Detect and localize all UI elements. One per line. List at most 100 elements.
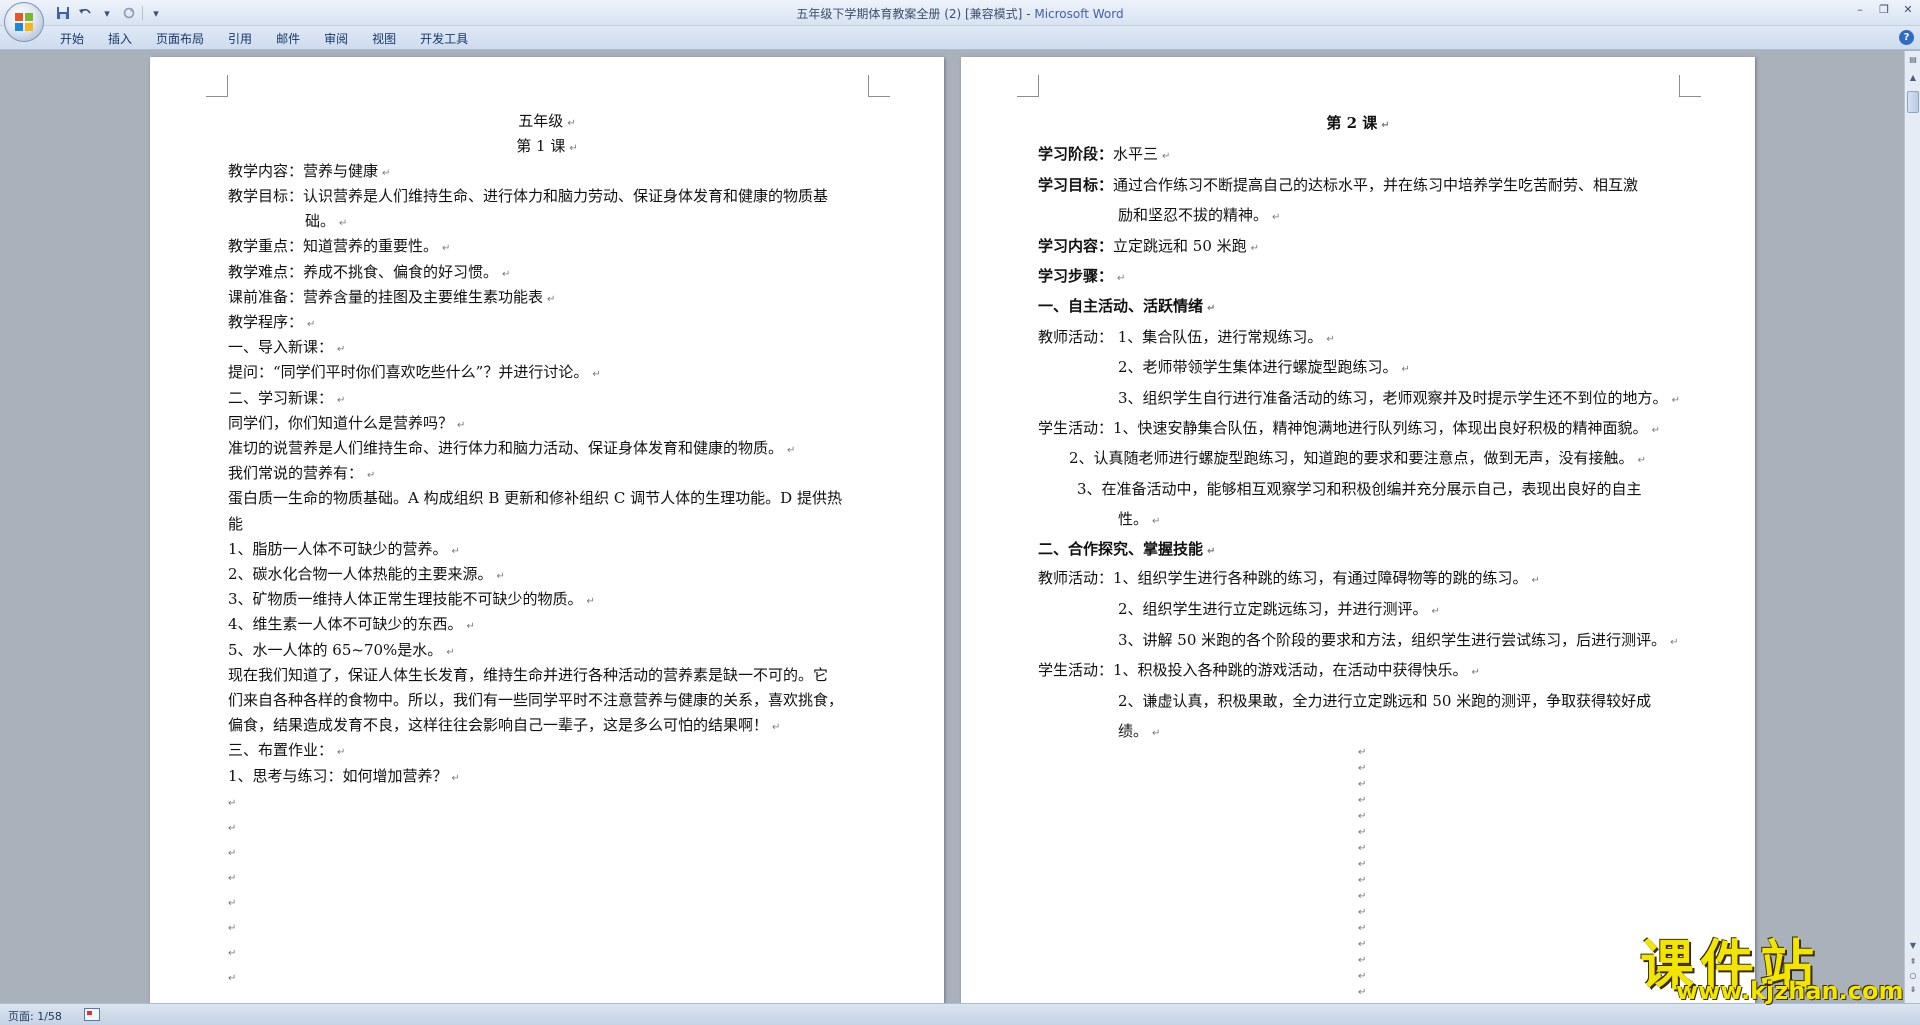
empty-paragraph-mark: ↵ (1358, 939, 1367, 950)
paragraph-line: 5、水一人体的 65~70%是水。 ↵ (228, 641, 455, 659)
paragraph-line: 现在我们知道了，保证人体生长发育，维持生命并进行各种活动的营养素是缺一不可的。它 (228, 666, 829, 684)
empty-paragraph-mark: ↵ (228, 823, 237, 834)
paragraph-line: 学习步骤： ↵ (1038, 267, 1126, 285)
paragraph-line: 三、布置作业： ↵ (228, 741, 346, 759)
section-heading: 二、合作探究、掌握技能 ↵ (1038, 540, 1216, 558)
empty-paragraph-mark: ↵ (1358, 923, 1367, 934)
document-title: 五年级下学期体育教案全册 (2) [兼容模式] (796, 7, 1023, 21)
paragraph-line: 准切的说营养是人们维持生命、进行体力和脑力活动、保证身体发育和健康的物质。 ↵ (228, 439, 796, 457)
vertical-scrollbar[interactable]: ▤ ▲ ▼ ⇞ ○ ⇟ (1904, 51, 1920, 1003)
ruler-toggle-icon[interactable]: ▤ (1906, 53, 1920, 67)
paragraph-line: 2、谦虚认真，积极果敢，全力进行立定跳远和 50 米跑的测评，争取获得较好成 (1118, 692, 1652, 710)
tab-review[interactable]: 审阅 (312, 30, 360, 48)
proofing-status-icon[interactable] (84, 1008, 100, 1021)
empty-paragraph-mark: ↵ (1358, 747, 1367, 758)
paragraph-line: 教师活动： 1、集合队伍，进行常规练习。 ↵ (1038, 328, 1335, 346)
ribbon: 开始 插入 页面布局 引用 邮件 审阅 视图 开发工具 ? (0, 26, 1920, 50)
document-page-1[interactable]: 五年级 ↵ 第 1 课 ↵ 教学内容：营养与健康 ↵ 教学目标：认识营养是人们维持生命… (150, 57, 944, 1003)
page-title-lesson-2: 第 2 课 ↵ (1326, 114, 1390, 132)
empty-paragraph-mark: ↵ (1358, 827, 1367, 838)
empty-paragraph-marks: ↵ ↵ ↵ ↵ ↵ ↵ ↵ ↵ (228, 791, 236, 991)
restore-icon[interactable]: ❐ (1872, 0, 1896, 18)
paragraph-line: 教学难点：养成不挑食、偏食的好习惯。 ↵ (228, 263, 511, 281)
paragraph-line: 教师活动：1、组织学生进行各种跳的练习，有通过障碍物等的跳的练习。 ↵ (1038, 569, 1540, 587)
paragraph-line: 3、组织学生自行进行准备活动的练习，老师观察并及时提示学生还不到位的地方。 ↵ (1118, 389, 1680, 407)
paragraph-line: 同学们，你们知道什么是营养吗？ ↵ (228, 414, 466, 432)
crop-mark-top-right (1679, 75, 1701, 97)
scrollbar-thumb[interactable] (1907, 91, 1919, 113)
empty-paragraph-mark: ↵ (228, 973, 237, 984)
empty-paragraph-mark: ↵ (1358, 875, 1367, 886)
paragraph-line: 课前准备：营养含量的挂图及主要维生素功能表 ↵ (228, 288, 556, 306)
paragraph-line: 教学重点：知道营养的重要性。 ↵ (228, 237, 451, 255)
tab-page-layout[interactable]: 页面布局 (144, 30, 216, 48)
tab-view[interactable]: 视图 (360, 30, 408, 48)
paragraph-line: 2、老师带领学生集体进行螺旋型跑练习。 ↵ (1118, 358, 1410, 376)
paragraph-line: 学生活动：1、快速安静集合队伍，精神饱满地进行队列练习，体现出良好积极的精神面貌… (1038, 419, 1660, 437)
empty-paragraph-mark: ↵ (1358, 795, 1367, 806)
empty-paragraph-mark: ↵ (1358, 907, 1367, 918)
empty-paragraph-mark: ↵ (228, 848, 237, 859)
watermark-logo: 课件站 www.kjzhan.com (1640, 921, 1904, 1005)
empty-paragraph-mark: ↵ (1358, 779, 1367, 790)
page-title-lesson: 第 1 课 ↵ (516, 137, 578, 155)
document-area: 五年级 ↵ 第 1 课 ↵ 教学内容：营养与健康 ↵ 教学目标：认识营养是人们维持生命… (0, 51, 1904, 1003)
paragraph-line: 2、认真随老师进行螺旋型跑练习，知道跑的要求和要注意点，做到无声，没有接触。 ↵ (1069, 449, 1646, 467)
watermark-url: www.kjzhan.com (1676, 977, 1904, 1005)
paragraph-line: 4、维生素一人体不可缺少的东西。 ↵ (228, 615, 475, 633)
section-heading: 一、自主活动、活跃情绪 ↵ (1038, 297, 1216, 315)
window-controls: – ❐ ✕ (1848, 0, 1920, 18)
minimize-icon[interactable]: – (1848, 0, 1872, 18)
paragraph-line: 偏食，结果造成发育不良，这样往往会影响自己一辈子，这是多么可怕的结果啊！ ↵ (228, 716, 781, 734)
empty-paragraph-mark: ↵ (228, 898, 237, 909)
paragraph-line: 学习目标：通过合作练习不断提高自己的达标水平，并在练习中培养学生吃苦耐劳、相互激 (1038, 176, 1639, 194)
empty-paragraph-mark: ↵ (1358, 891, 1367, 902)
tab-insert[interactable]: 插入 (96, 30, 144, 48)
empty-paragraph-mark: ↵ (1358, 811, 1367, 822)
previous-page-icon[interactable]: ⇞ (1906, 955, 1920, 969)
empty-paragraph-mark: ↵ (1358, 763, 1367, 774)
paragraph-line: 教学目标：认识营养是人们维持生命、进行体力和脑力劳动、保证身体发育和健康的物质基 (228, 187, 829, 205)
office-button[interactable] (4, 2, 44, 42)
tab-home[interactable]: 开始 (48, 30, 96, 48)
title-bar: ▾ ▾ 五年级下学期体育教案全册 (2) [兼容模式] - Microsoft … (0, 0, 1920, 26)
crop-mark-top-right (868, 75, 890, 97)
close-icon[interactable]: ✕ (1896, 0, 1920, 18)
paragraph-line: 二、学习新课： ↵ (228, 389, 346, 407)
next-page-icon[interactable]: ⇟ (1906, 983, 1920, 997)
paragraph-line: 提问：“同学们平时你们喜欢吃些什么”？并进行讨论。 ↵ (228, 363, 601, 381)
empty-paragraph-mark: ↵ (228, 798, 237, 809)
scroll-up-icon[interactable]: ▲ (1906, 71, 1920, 85)
crop-mark-top-left (1017, 75, 1039, 97)
select-browse-object-icon[interactable]: ○ (1906, 969, 1920, 983)
document-page-2[interactable]: 第 2 课 ↵ 学习阶段：水平三 ↵ 学习目标：通过合作练习不断提高自己的达标水平，… (961, 57, 1755, 1003)
paragraph-line: 3、讲解 50 米跑的各个阶段的要求和方法，组织学生进行尝试练习，后进行测评。 ↵ (1118, 631, 1679, 649)
help-icon[interactable]: ? (1899, 30, 1914, 45)
paragraph-line: 学习内容：立定跳远和 50 米跑 ↵ (1038, 237, 1260, 255)
app-name: Microsoft Word (1034, 7, 1124, 21)
tab-developer[interactable]: 开发工具 (408, 30, 480, 48)
empty-paragraph-marks: ↵ ↵ ↵ ↵ ↵ ↵ ↵ ↵ ↵ ↵ ↵ ↵ ↵ ↵ ↵ ↵ (1358, 745, 1366, 1001)
paragraph-line: 3、矿物质一维持人体正常生理技能不可缺少的物质。 ↵ (228, 590, 595, 608)
paragraph-line: 绩。 ↵ (1118, 722, 1161, 740)
empty-paragraph-mark: ↵ (228, 873, 237, 884)
paragraph-line: 础。 ↵ (305, 212, 348, 230)
crop-mark-top-left (206, 75, 228, 97)
paragraph-line: 学习阶段：水平三 ↵ (1038, 145, 1171, 163)
page-indicator[interactable]: 页面: 1/58 (8, 1008, 62, 1024)
tab-references[interactable]: 引用 (216, 30, 264, 48)
ribbon-tabs: 开始 插入 页面布局 引用 邮件 审阅 视图 开发工具 (48, 30, 480, 48)
empty-paragraph-mark: ↵ (1358, 987, 1367, 998)
paragraph-line: 一、导入新课： ↵ (228, 338, 346, 356)
empty-paragraph-mark: ↵ (228, 948, 237, 959)
page-title-grade: 五年级 ↵ (518, 112, 576, 130)
scroll-down-icon[interactable]: ▼ (1906, 939, 1920, 953)
tab-mailings[interactable]: 邮件 (264, 30, 312, 48)
empty-paragraph-mark: ↵ (1358, 843, 1367, 854)
paragraph-line: 学生活动：1、积极投入各种跳的游戏活动，在活动中获得快乐。 ↵ (1038, 661, 1480, 679)
empty-paragraph-mark: ↵ (1358, 955, 1367, 966)
status-bar: 页面: 1/58 (0, 1003, 1920, 1025)
title-separator: - (1022, 7, 1035, 21)
paragraph-line: 3、在准备活动中，能够相互观察学习和积极创编并充分展示自己，表现出良好的自主 (1077, 480, 1642, 498)
paragraph-line: 性。 ↵ (1118, 510, 1161, 528)
